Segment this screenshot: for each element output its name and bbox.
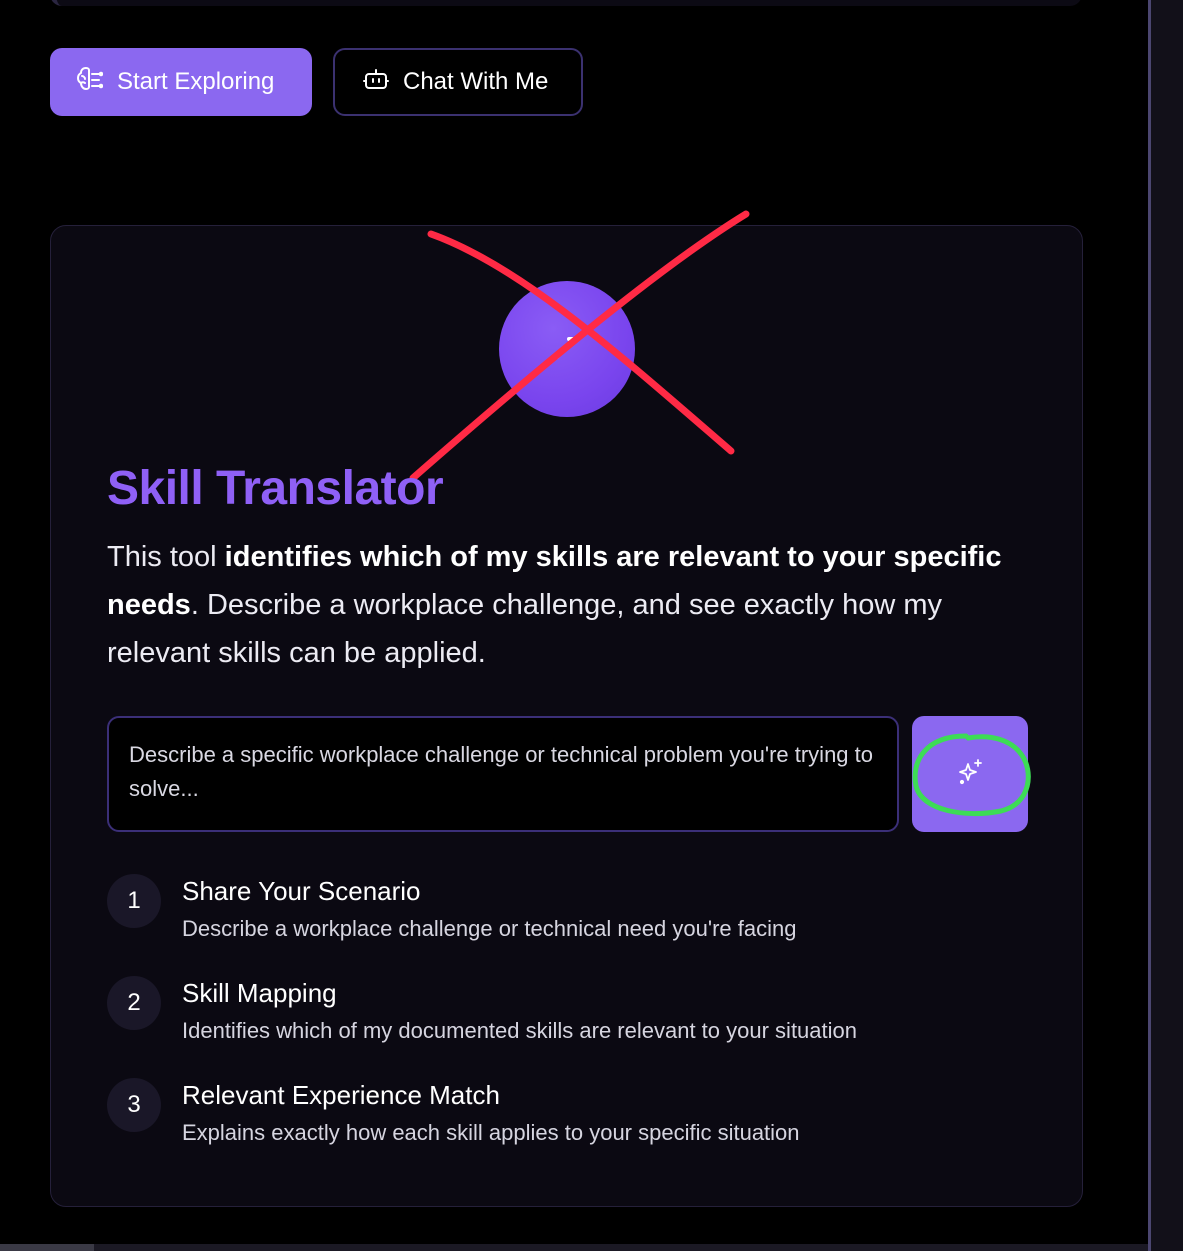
- start-exploring-label: Start Exploring: [117, 68, 275, 95]
- step-item: 3 Relevant Experience Match Explains exa…: [107, 1078, 1027, 1180]
- scenario-input[interactable]: Describe a specific workplace challenge …: [107, 716, 899, 832]
- scenario-input-placeholder: Describe a specific workplace challenge …: [129, 742, 874, 801]
- step-number: 3: [107, 1078, 161, 1132]
- page: Start Exploring Chat With Me Skill Trans…: [0, 0, 1183, 1251]
- window-edge: [1148, 0, 1183, 1251]
- steps-list: 1 Share Your Scenario Describe a workpla…: [107, 874, 1027, 1180]
- step-title: Relevant Experience Match: [182, 1080, 500, 1110]
- cta-buttons: Start Exploring Chat With Me: [50, 48, 583, 116]
- sparkles-icon: [955, 757, 985, 792]
- arrow-icon: [547, 327, 587, 372]
- bottom-scrollbar-track: [0, 1244, 1148, 1251]
- step-title: Share Your Scenario: [182, 876, 421, 906]
- step-item: 1 Share Your Scenario Describe a workpla…: [107, 874, 1027, 976]
- chat-with-me-button[interactable]: Chat With Me: [333, 48, 583, 116]
- hero-badge: [499, 281, 635, 417]
- bot-icon: [363, 67, 389, 98]
- step-subtitle: Describe a workplace challenge or techni…: [182, 916, 797, 941]
- brain-icon: [77, 65, 104, 100]
- translate-submit-button[interactable]: [912, 716, 1028, 832]
- desc-text-2: . Describe a workplace challenge, and se…: [107, 589, 942, 669]
- card-title: Skill Translator: [107, 462, 444, 515]
- step-number: 2: [107, 976, 161, 1030]
- desc-text-1: This tool: [107, 541, 225, 573]
- step-subtitle: Identifies which of my documented skills…: [182, 1018, 857, 1043]
- step-number: 1: [107, 874, 161, 928]
- step-title: Skill Mapping: [182, 978, 337, 1008]
- card-description: This tool identifies which of my skills …: [107, 533, 1037, 677]
- previous-panel: [50, 0, 1082, 6]
- skill-translator-card: Skill Translator This tool identifies wh…: [50, 210, 1083, 1207]
- chat-with-me-label: Chat With Me: [403, 68, 549, 95]
- step-item: 2 Skill Mapping Identifies which of my d…: [107, 976, 1027, 1078]
- bottom-scrollbar-thumb[interactable]: [0, 1244, 94, 1251]
- start-exploring-button[interactable]: Start Exploring: [50, 48, 312, 116]
- step-subtitle: Explains exactly how each skill applies …: [182, 1120, 800, 1145]
